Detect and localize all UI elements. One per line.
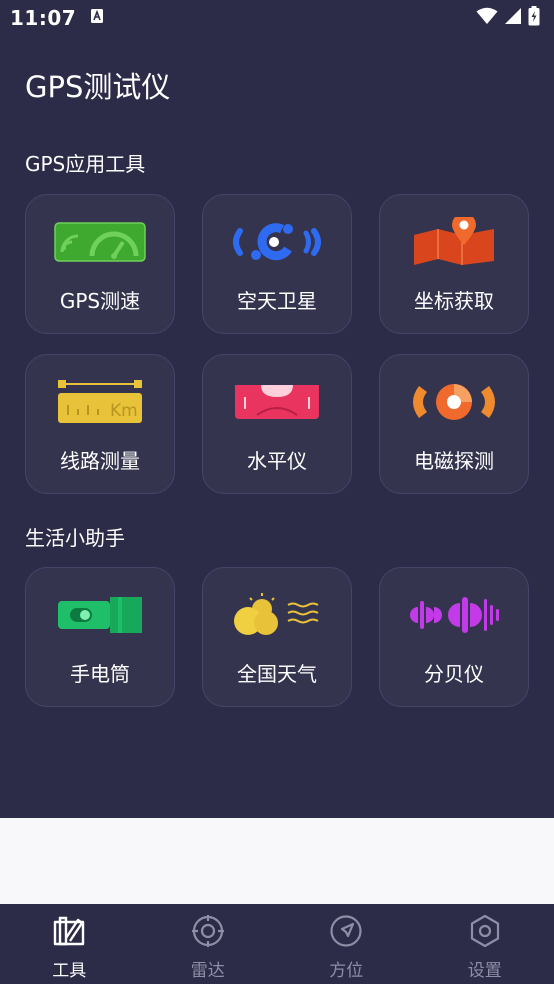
tool-emf-detector[interactable]: 电磁探测 [379, 354, 529, 494]
nav-label: 工具 [52, 961, 87, 981]
level-icon [203, 377, 351, 427]
tool-decibel[interactable]: 分贝仪 [379, 567, 529, 707]
tool-label: 分贝仪 [424, 662, 484, 686]
signal-icon [504, 7, 522, 29]
tool-satellite[interactable]: 空天卫星 [202, 194, 352, 334]
tool-label: 水平仪 [247, 449, 307, 473]
compass-icon [329, 914, 363, 952]
nav-label: 方位 [329, 961, 364, 981]
tool-label: GPS测速 [59, 289, 141, 313]
tool-level[interactable]: 水平仪 [202, 354, 352, 494]
decibel-icon [380, 590, 528, 640]
banner-area [0, 818, 554, 904]
tool-label: 线路测量 [60, 449, 140, 473]
tool-gps-speed[interactable]: GPS测速 [25, 194, 175, 334]
tool-label: 空天卫星 [237, 289, 317, 313]
nav-item-radar[interactable]: 雷达 [139, 904, 278, 984]
tool-label: 坐标获取 [414, 289, 494, 313]
speedometer-icon [26, 217, 174, 267]
status-bar: 11:07 [0, 0, 554, 36]
tool-flashlight[interactable]: 手电筒 [25, 567, 175, 707]
bottom-nav: 工具 雷达 方位 设置 [0, 904, 554, 984]
settings-icon [468, 914, 502, 952]
flashlight-icon [26, 590, 174, 640]
status-time: 11:07 [10, 6, 77, 30]
emf-detector-icon [380, 377, 528, 427]
tool-weather[interactable]: 全国天气 [202, 567, 352, 707]
gps-tools-grid: GPS测速 空天卫星 坐标获取 Km 线路测量 水平仪 电磁探测 [25, 194, 529, 494]
weather-icon [203, 590, 351, 640]
tool-coordinates[interactable]: 坐标获取 [379, 194, 529, 334]
satellite-icon [203, 217, 351, 267]
nav-item-settings[interactable]: 设置 [416, 904, 554, 984]
ruler-icon: Km [26, 377, 174, 427]
tool-label: 电磁探测 [414, 449, 494, 473]
nav-label: 设置 [467, 961, 502, 981]
tool-label: 全国天气 [237, 662, 317, 686]
map-pin-icon [380, 217, 528, 267]
nav-item-tools[interactable]: 工具 [0, 904, 139, 984]
life-helper-grid: 手电筒 全国天气 分贝仪 [25, 567, 529, 707]
tool-route-measure[interactable]: Km 线路测量 [25, 354, 175, 494]
nav-label: 雷达 [190, 961, 225, 981]
wifi-icon [476, 7, 498, 29]
ruler-unit-label: Km [110, 401, 138, 421]
tools-icon [52, 914, 86, 952]
radar-icon [191, 914, 225, 952]
section-title-gps-tools: GPS应用工具 [25, 152, 146, 176]
tool-label: 手电筒 [70, 662, 130, 686]
battery-icon [528, 6, 540, 30]
section-title-life-helper: 生活小助手 [25, 526, 125, 550]
nav-item-compass[interactable]: 方位 [277, 904, 416, 984]
page-title: GPS测试仪 [25, 70, 171, 104]
notification-icon [90, 8, 104, 28]
